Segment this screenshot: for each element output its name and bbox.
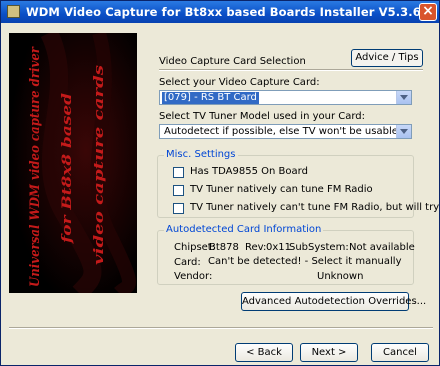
close-button[interactable]: × — [419, 3, 437, 21]
card-select-value: [079] - RS BT Card — [162, 92, 259, 104]
rev-value: 0x11 — [266, 242, 292, 253]
card-select-label: Select your Video Capture Card: — [159, 77, 320, 88]
banner-line-1: Universal WDM video capture driver — [28, 46, 43, 287]
tuner-select[interactable]: Autodetect if possible, else TV won't be… — [159, 124, 412, 139]
vendor-label: Vendor: — [174, 271, 213, 282]
autodetect-title: Autodetected Card Information — [164, 224, 324, 235]
section-divider — [159, 69, 423, 71]
subsystem-label: SubSystem: — [289, 242, 349, 253]
banner-line-3: video capture cards — [92, 64, 107, 265]
chipset-value: Bt878 — [209, 242, 239, 253]
tda9855-checkbox[interactable] — [173, 167, 184, 178]
card-label: Card: — [174, 257, 201, 268]
banner-graphic: Universal WDM video capture driver for B… — [9, 33, 137, 293]
tuner-select-label: Select TV Tuner Model used in your Card: — [159, 111, 366, 122]
cancel-button[interactable]: Cancel — [371, 343, 429, 362]
banner-line-2: for Bt8x8 based — [60, 93, 75, 244]
misc-settings-group: Misc. Settings Has TDA9855 On Board TV T… — [157, 149, 439, 218]
installer-window: WDM Video Capture for Bt8xx based Boards… — [0, 0, 440, 366]
card-select[interactable]: [079] - RS BT Card — [159, 90, 412, 105]
back-button[interactable]: < Back — [235, 343, 293, 362]
title-bar[interactable]: WDM Video Capture for Bt8xx based Boards… — [1, 1, 439, 23]
advanced-overrides-button[interactable]: Advanced Autodetection Overrides... — [241, 292, 426, 311]
section-title: Video Capture Card Selection — [159, 56, 306, 67]
window-title: WDM Video Capture for Bt8xx based Boards… — [26, 5, 434, 19]
banner-image: Universal WDM video capture driver for B… — [9, 33, 137, 293]
next-button[interactable]: Next > — [300, 343, 358, 362]
subsystem-value: Not available — [349, 242, 415, 253]
fm-try-label: TV Tuner natively can't tune FM Radio, b… — [190, 202, 440, 213]
vendor-value: Unknown — [317, 271, 364, 282]
tda9855-label: Has TDA9855 On Board — [190, 166, 308, 177]
misc-settings-title: Misc. Settings — [164, 149, 238, 160]
fm-try-checkbox[interactable] — [173, 203, 184, 214]
chevron-down-icon[interactable] — [396, 125, 411, 138]
footer-divider — [9, 327, 433, 329]
rev-label: Rev: — [245, 242, 267, 253]
app-icon — [7, 5, 20, 18]
advice-tips-button[interactable]: Advice / Tips — [351, 49, 423, 67]
fm-native-checkbox[interactable] — [173, 185, 184, 196]
card-value: Can't be detected! - Select it manually — [208, 256, 402, 267]
chevron-down-icon[interactable] — [396, 91, 411, 104]
fm-native-label: TV Tuner natively can tune FM Radio — [190, 184, 373, 195]
tuner-select-value: Autodetect if possible, else TV won't be… — [164, 126, 398, 137]
